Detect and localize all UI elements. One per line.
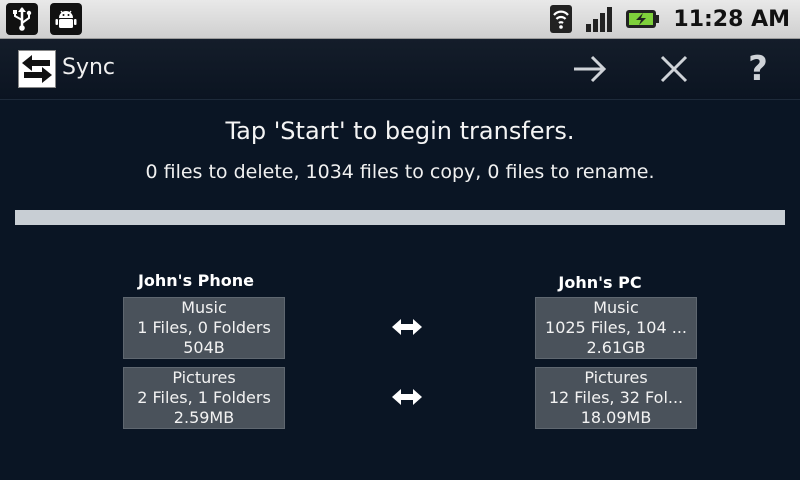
help-question-icon[interactable]: ? — [738, 49, 778, 89]
battery-charging-icon — [625, 4, 661, 34]
sync-app-icon — [18, 50, 56, 88]
folder-name: Pictures — [584, 368, 648, 387]
right-folder-tile-pictures[interactable]: Pictures 12 Files, 32 Fol... 18.09MB — [535, 367, 697, 429]
clock: 11:28 AM — [673, 6, 790, 32]
progress-bar — [15, 210, 785, 225]
start-arrow-icon[interactable] — [570, 51, 610, 87]
sync-direction-icon[interactable] — [391, 386, 423, 408]
status-bar: 11:28 AM — [0, 0, 800, 39]
folder-size: 504B — [183, 338, 225, 357]
android-debug-icon[interactable] — [50, 3, 82, 35]
folder-name: Pictures — [172, 368, 236, 387]
wifi-icon — [547, 4, 575, 34]
folder-name: Music — [593, 298, 639, 317]
folder-size: 2.59MB — [173, 408, 235, 427]
usb-icon[interactable] — [6, 3, 38, 35]
folder-size: 2.61GB — [586, 338, 646, 357]
instruction-message: Tap 'Start' to begin transfers. — [225, 117, 575, 145]
folder-counts: 2 Files, 1 Folders — [137, 388, 271, 407]
transfer-summary: 0 files to delete, 1034 files to copy, 0… — [145, 161, 655, 183]
left-device-label: John's Phone — [137, 271, 255, 290]
sync-direction-icon[interactable] — [391, 316, 423, 338]
right-device-label: John's PC — [558, 273, 642, 292]
left-folder-tile-music[interactable]: Music 1 Files, 0 Folders 504B — [123, 297, 285, 359]
signal-icon — [583, 4, 617, 34]
folder-size: 18.09MB — [580, 408, 652, 427]
cancel-x-icon[interactable] — [654, 51, 694, 87]
title-bar: Sync ? — [0, 39, 800, 100]
folder-counts: 1025 Files, 104 ... — [545, 318, 687, 337]
folder-counts: 1 Files, 0 Folders — [137, 318, 271, 337]
folder-name: Music — [181, 298, 227, 317]
folder-counts: 12 Files, 32 Fol... — [548, 388, 684, 407]
left-folder-tile-pictures[interactable]: Pictures 2 Files, 1 Folders 2.59MB — [123, 367, 285, 429]
right-folder-tile-music[interactable]: Music 1025 Files, 104 ... 2.61GB — [535, 297, 697, 359]
app-title: Sync — [62, 55, 116, 80]
